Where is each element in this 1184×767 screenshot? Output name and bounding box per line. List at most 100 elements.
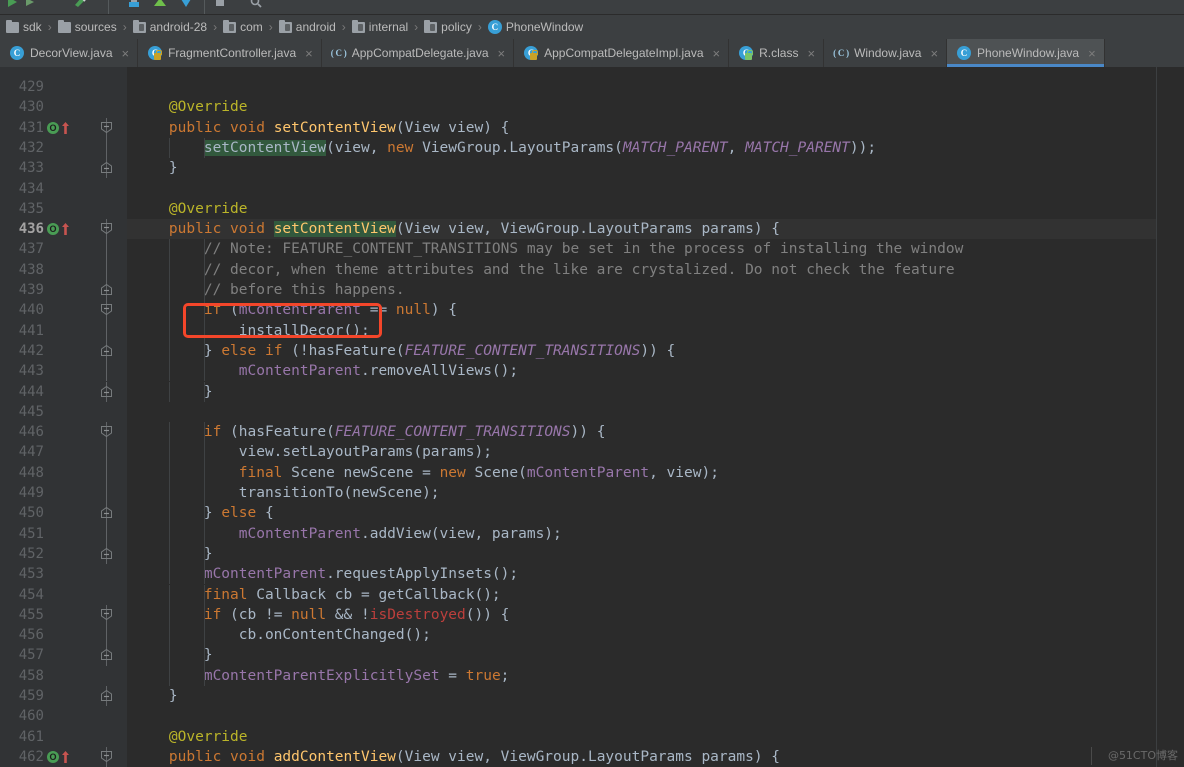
gutter-row[interactable]: 447 [0,442,126,463]
gutter-row[interactable]: 434 [0,179,126,199]
close-icon[interactable]: × [930,46,938,61]
implementing-method-arrow-icon[interactable] [61,222,70,236]
breadcrumb-item-internal[interactable]: internal [350,15,410,39]
fold-toggle-icon[interactable] [100,547,113,559]
close-icon[interactable]: × [305,46,313,61]
gutter-row[interactable]: 454 [0,585,126,605]
gutter-row[interactable]: 457 [0,645,126,666]
code-line[interactable]: mContentParent.requestApplyInsets(); [127,564,1157,584]
gutter-row[interactable]: 451 [0,523,126,544]
code-line[interactable]: public void setContentView(View view) { [127,118,1157,138]
sdk-manager-icon[interactable] [152,0,168,10]
fold-marker-mid[interactable] [100,483,113,504]
fold-toggle-icon[interactable] [100,223,113,235]
code-line[interactable] [127,706,1157,726]
code-line[interactable]: } else if (!hasFeature(FEATURE_CONTENT_T… [127,341,1157,361]
gutter-row[interactable]: 442 [0,340,126,362]
code-line[interactable]: public void addContentView(View view, Vi… [127,747,1157,767]
code-line[interactable]: } [127,645,1157,665]
code-line[interactable]: mContentParent.removeAllViews(); [127,361,1157,381]
editor-tab-phonewindow-java[interactable]: C PhoneWindow.java × [947,39,1105,67]
gutter-row[interactable]: 453 [0,564,126,584]
fold-marker-mid[interactable] [100,259,113,280]
fold-marker-end[interactable] [100,340,113,362]
implementing-method-arrow-icon[interactable] [61,121,70,135]
breadcrumb-item-policy[interactable]: policy [422,15,474,39]
code-line[interactable]: setContentView(view, new ViewGroup.Layou… [127,138,1157,158]
gutter-row[interactable]: 433 [0,158,126,179]
code-line[interactable]: mContentParent.addView(view, params); [127,524,1157,544]
code-line[interactable]: if (hasFeature(FEATURE_CONTENT_TRANSITIO… [127,422,1157,442]
code-line[interactable]: public void setContentView(View view, Vi… [127,219,1157,239]
gutter-row[interactable]: 432 [0,137,126,159]
code-line[interactable]: mContentParentExplicitlySet = true; [127,666,1157,686]
gutter-row[interactable]: 459 [0,686,126,707]
editor-tab-window-java[interactable]: C Window.java × [824,39,948,67]
override-marker-icon[interactable]: O [47,750,59,763]
fold-toggle-icon[interactable] [100,750,113,762]
code-line[interactable]: // before this happens. [127,280,1157,300]
fold-toggle-icon[interactable] [100,304,113,316]
fold-marker-mid[interactable] [100,320,113,341]
fold-marker-mid[interactable] [100,523,113,544]
gutter-row[interactable]: 443 [0,361,126,382]
breadcrumb-item-com[interactable]: com [221,15,265,39]
code-line[interactable] [127,77,1157,97]
fold-toggle-icon[interactable] [100,385,113,397]
editor-tab-fragmentcontroller-java[interactable]: C FragmentController.java × [138,39,322,67]
fold-toggle-icon[interactable] [100,344,113,356]
fold-marker-start[interactable] [100,604,113,626]
avd-manager-icon[interactable] [126,0,142,10]
gutter-row[interactable]: 445 [0,402,126,422]
breadcrumb-item-sdk[interactable]: sdk [4,15,44,39]
code-line[interactable]: if (cb != null && !isDestroyed()) { [127,605,1157,625]
fold-marker-start[interactable] [100,300,113,321]
fold-toggle-icon[interactable] [100,162,113,174]
implementing-method-arrow-icon[interactable] [61,750,70,764]
close-icon[interactable]: × [713,46,721,61]
close-icon[interactable]: × [498,46,506,61]
editor-gutter[interactable]: 429 430 431 O 432 433 434 435 436 O 437 438 439 440 44… [0,67,126,767]
breadcrumb-item-android-28[interactable]: android-28 [131,15,209,39]
download-icon[interactable] [178,0,194,10]
gutter-row[interactable]: 436 O [0,219,126,240]
fold-marker-mid[interactable] [100,239,113,260]
build-icon[interactable] [72,0,88,10]
fold-toggle-icon[interactable] [100,608,113,620]
code-line[interactable]: @Override [127,97,1157,117]
gutter-row[interactable]: 440 [0,300,126,321]
code-line[interactable]: } [127,158,1157,178]
fold-marker-end[interactable] [100,280,113,301]
gutter-row[interactable]: 441 [0,320,126,341]
close-icon[interactable]: × [122,46,130,61]
fold-marker-end[interactable] [100,543,113,565]
gutter-row[interactable]: 439 [0,280,126,301]
editor-tab-decorview-java[interactable]: C DecorView.java × [0,39,139,67]
fold-toggle-icon[interactable] [100,649,113,661]
close-icon[interactable]: × [1088,46,1096,61]
gutter-row[interactable]: 430 [0,97,126,117]
override-marker-icon[interactable]: O [47,223,59,236]
gutter-row[interactable]: 449 [0,483,126,504]
fold-toggle-icon[interactable] [100,690,113,701]
fold-marker-end[interactable] [100,158,113,179]
fold-toggle-icon[interactable] [100,284,113,295]
fold-marker-start[interactable] [100,746,113,767]
run-icon[interactable] [4,0,20,10]
gutter-row[interactable]: 448 [0,462,126,483]
fold-marker-start[interactable] [100,219,113,240]
gutter-row[interactable]: 460 [0,706,126,726]
gutter-row[interactable]: 455 [0,604,126,626]
gutter-row[interactable]: 429 [0,77,126,97]
fold-marker-end[interactable] [100,686,113,707]
fold-marker-mid[interactable] [100,625,113,646]
code-line[interactable]: // Note: FEATURE_CONTENT_TRANSITIONS may… [127,239,1157,259]
code-line[interactable]: installDecor(); [127,321,1157,341]
fold-marker-start[interactable] [100,422,113,443]
override-marker-icon[interactable]: O [47,121,59,134]
gutter-row[interactable]: 452 [0,543,126,565]
gutter-row[interactable]: 446 [0,422,126,443]
code-line[interactable] [127,179,1157,199]
gutter-row[interactable]: 450 [0,503,126,524]
code-surface[interactable]: @Override public void setContentView(Vie… [127,67,1157,767]
